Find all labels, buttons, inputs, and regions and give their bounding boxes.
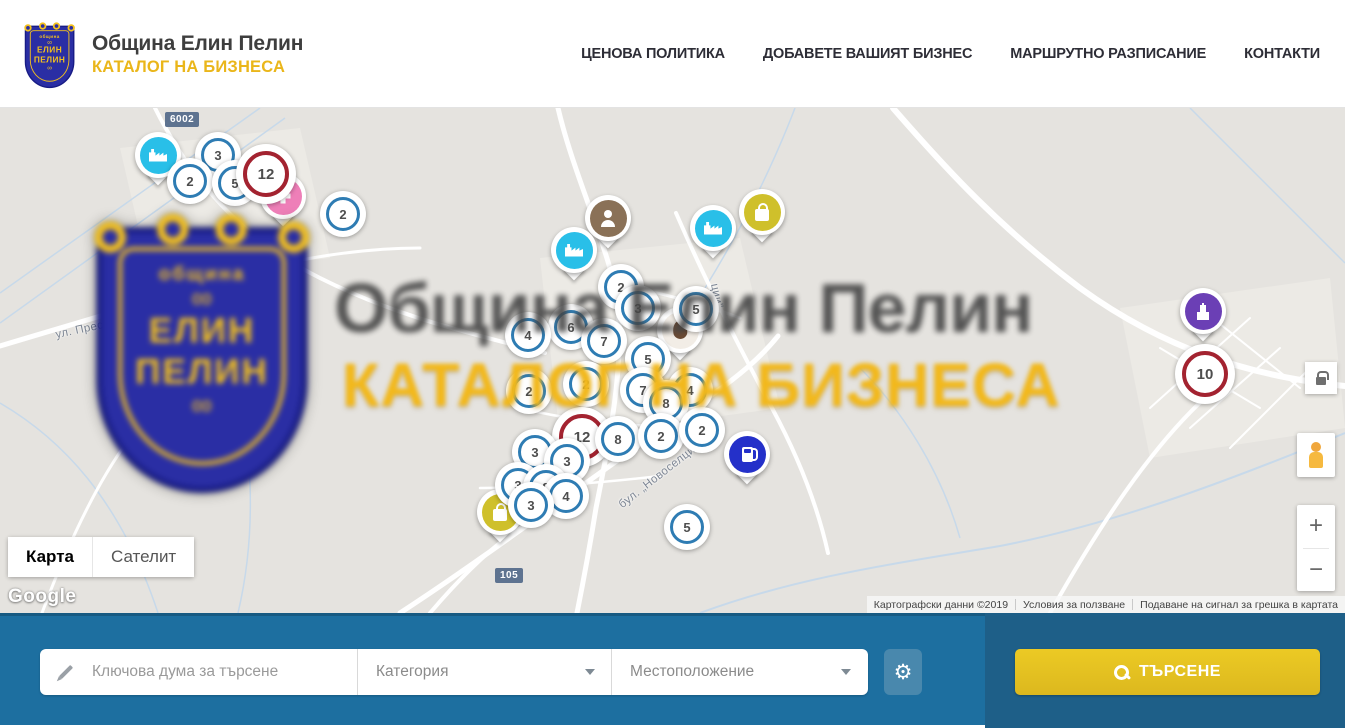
marker-cluster[interactable]: 8 <box>595 416 641 462</box>
attribution-data: Картографски данни ©2019 <box>867 599 1015 611</box>
map-type-control: Карта Сателит <box>8 537 194 577</box>
site-title: Община Елин Пелин <box>92 32 303 56</box>
marker-cluster[interactable]: 3 <box>615 285 661 331</box>
marker-cluster[interactable]: 4 <box>505 312 551 358</box>
street-label: ул. Преслав <box>55 315 125 341</box>
zoom-in-button[interactable]: + <box>1297 505 1335 548</box>
chevron-down-icon <box>585 669 595 675</box>
site-logo[interactable]: община ∞ ЕЛИН ПЕЛИН ∞ Община Елин Пелин … <box>22 21 303 87</box>
nav-item-pricing[interactable]: ЦЕНОВА ПОЛИТИКА <box>581 46 725 62</box>
marker-cluster[interactable]: 2 <box>320 191 366 237</box>
road-shield-label: 105 <box>495 568 523 583</box>
search-icon <box>1114 665 1129 680</box>
header: община ∞ ЕЛИН ПЕЛИН ∞ Община Елин Пелин … <box>0 0 1345 108</box>
advanced-settings-button[interactable]: ⚙ <box>884 649 922 695</box>
road-shield-label: 6002 <box>165 112 199 127</box>
marker-cluster[interactable]: 7 <box>581 318 627 364</box>
map-type-satellite-button[interactable]: Сателит <box>92 537 194 577</box>
chevron-down-icon <box>841 669 851 675</box>
attribution-terms-link[interactable]: Условия за ползване <box>1016 599 1132 611</box>
location-select[interactable]: Местоположение <box>612 649 867 695</box>
factory-icon <box>565 244 583 257</box>
google-logo[interactable]: Google <box>8 586 76 608</box>
marker-cluster[interactable]: 3 <box>508 482 554 528</box>
marker-pin-church[interactable] <box>1180 288 1226 348</box>
lock-icon <box>1316 377 1326 385</box>
factory-icon <box>704 222 722 235</box>
category-select[interactable]: Категория <box>358 649 612 695</box>
marker-cluster[interactable]: 10 <box>1175 344 1235 404</box>
map-canvas[interactable]: 325122235647522748128223338435106002105у… <box>0 108 1345 613</box>
marker-cluster[interactable]: 12 <box>236 144 296 204</box>
fuel-icon <box>742 447 753 462</box>
marker-cluster[interactable]: 5 <box>673 286 719 332</box>
gear-icon: ⚙ <box>894 662 913 683</box>
keyword-field-wrap <box>40 649 358 695</box>
marker-pin-fuel[interactable] <box>724 431 770 491</box>
markers-layer: 325122235647522748128223338435106002105у… <box>0 108 1345 613</box>
factory-icon <box>149 149 167 162</box>
marker-cluster[interactable]: 5 <box>664 504 710 550</box>
marker-cluster[interactable]: 2 <box>638 413 684 459</box>
nav-item-add-business[interactable]: ДОБАВЕТЕ ВАШИЯТ БИЗНЕС <box>763 46 972 62</box>
attribution-report-link[interactable]: Подаване на сигнал за грешка в картата <box>1133 599 1345 611</box>
pegman-button[interactable] <box>1297 433 1335 477</box>
pegman-icon <box>1307 442 1325 468</box>
marker-cluster[interactable]: 2 <box>563 361 609 407</box>
zoom-control: + − <box>1297 505 1335 591</box>
bag-icon <box>493 509 507 521</box>
search-box: Категория Местоположение <box>40 649 868 695</box>
site-subtitle: КАТАЛОГ НА БИЗНЕСА <box>92 58 303 77</box>
worker-icon <box>600 210 616 227</box>
marker-pin-bag[interactable] <box>739 189 785 249</box>
map-attribution: Картографски данни ©2019 Условия за полз… <box>867 596 1345 613</box>
map-type-map-button[interactable]: Карта <box>8 537 92 577</box>
main-nav: ЦЕНОВА ПОЛИТИКА ДОБАВЕТЕ ВАШИЯТ БИЗНЕС М… <box>581 0 1320 108</box>
nav-item-route-schedule[interactable]: МАРШРУТНО РАЗПИСАНИЕ <box>1010 46 1206 62</box>
marker-pin-factory[interactable] <box>690 205 736 265</box>
pencil-icon <box>59 665 73 679</box>
marker-cluster[interactable]: 2 <box>506 368 552 414</box>
zoom-out-button[interactable]: − <box>1297 549 1335 592</box>
bag-icon <box>755 209 769 221</box>
search-submit-button[interactable]: ТЪРСЕНЕ <box>1015 649 1320 695</box>
crest-shield: община ∞ ЕЛИН ПЕЛИН ∞ <box>25 26 75 89</box>
keyword-input[interactable] <box>92 663 322 681</box>
lock-button[interactable] <box>1305 362 1337 394</box>
church-icon <box>1195 303 1211 320</box>
search-bar: Категория Местоположение ⚙ ТЪРСЕНЕ <box>0 613 1345 725</box>
nav-item-contacts[interactable]: КОНТАКТИ <box>1244 46 1320 62</box>
marker-pin-factory[interactable] <box>551 227 597 287</box>
marker-cluster[interactable]: 2 <box>167 158 213 204</box>
marker-cluster[interactable]: 2 <box>679 407 725 453</box>
municipality-crest-icon: община ∞ ЕЛИН ПЕЛИН ∞ <box>22 21 78 87</box>
